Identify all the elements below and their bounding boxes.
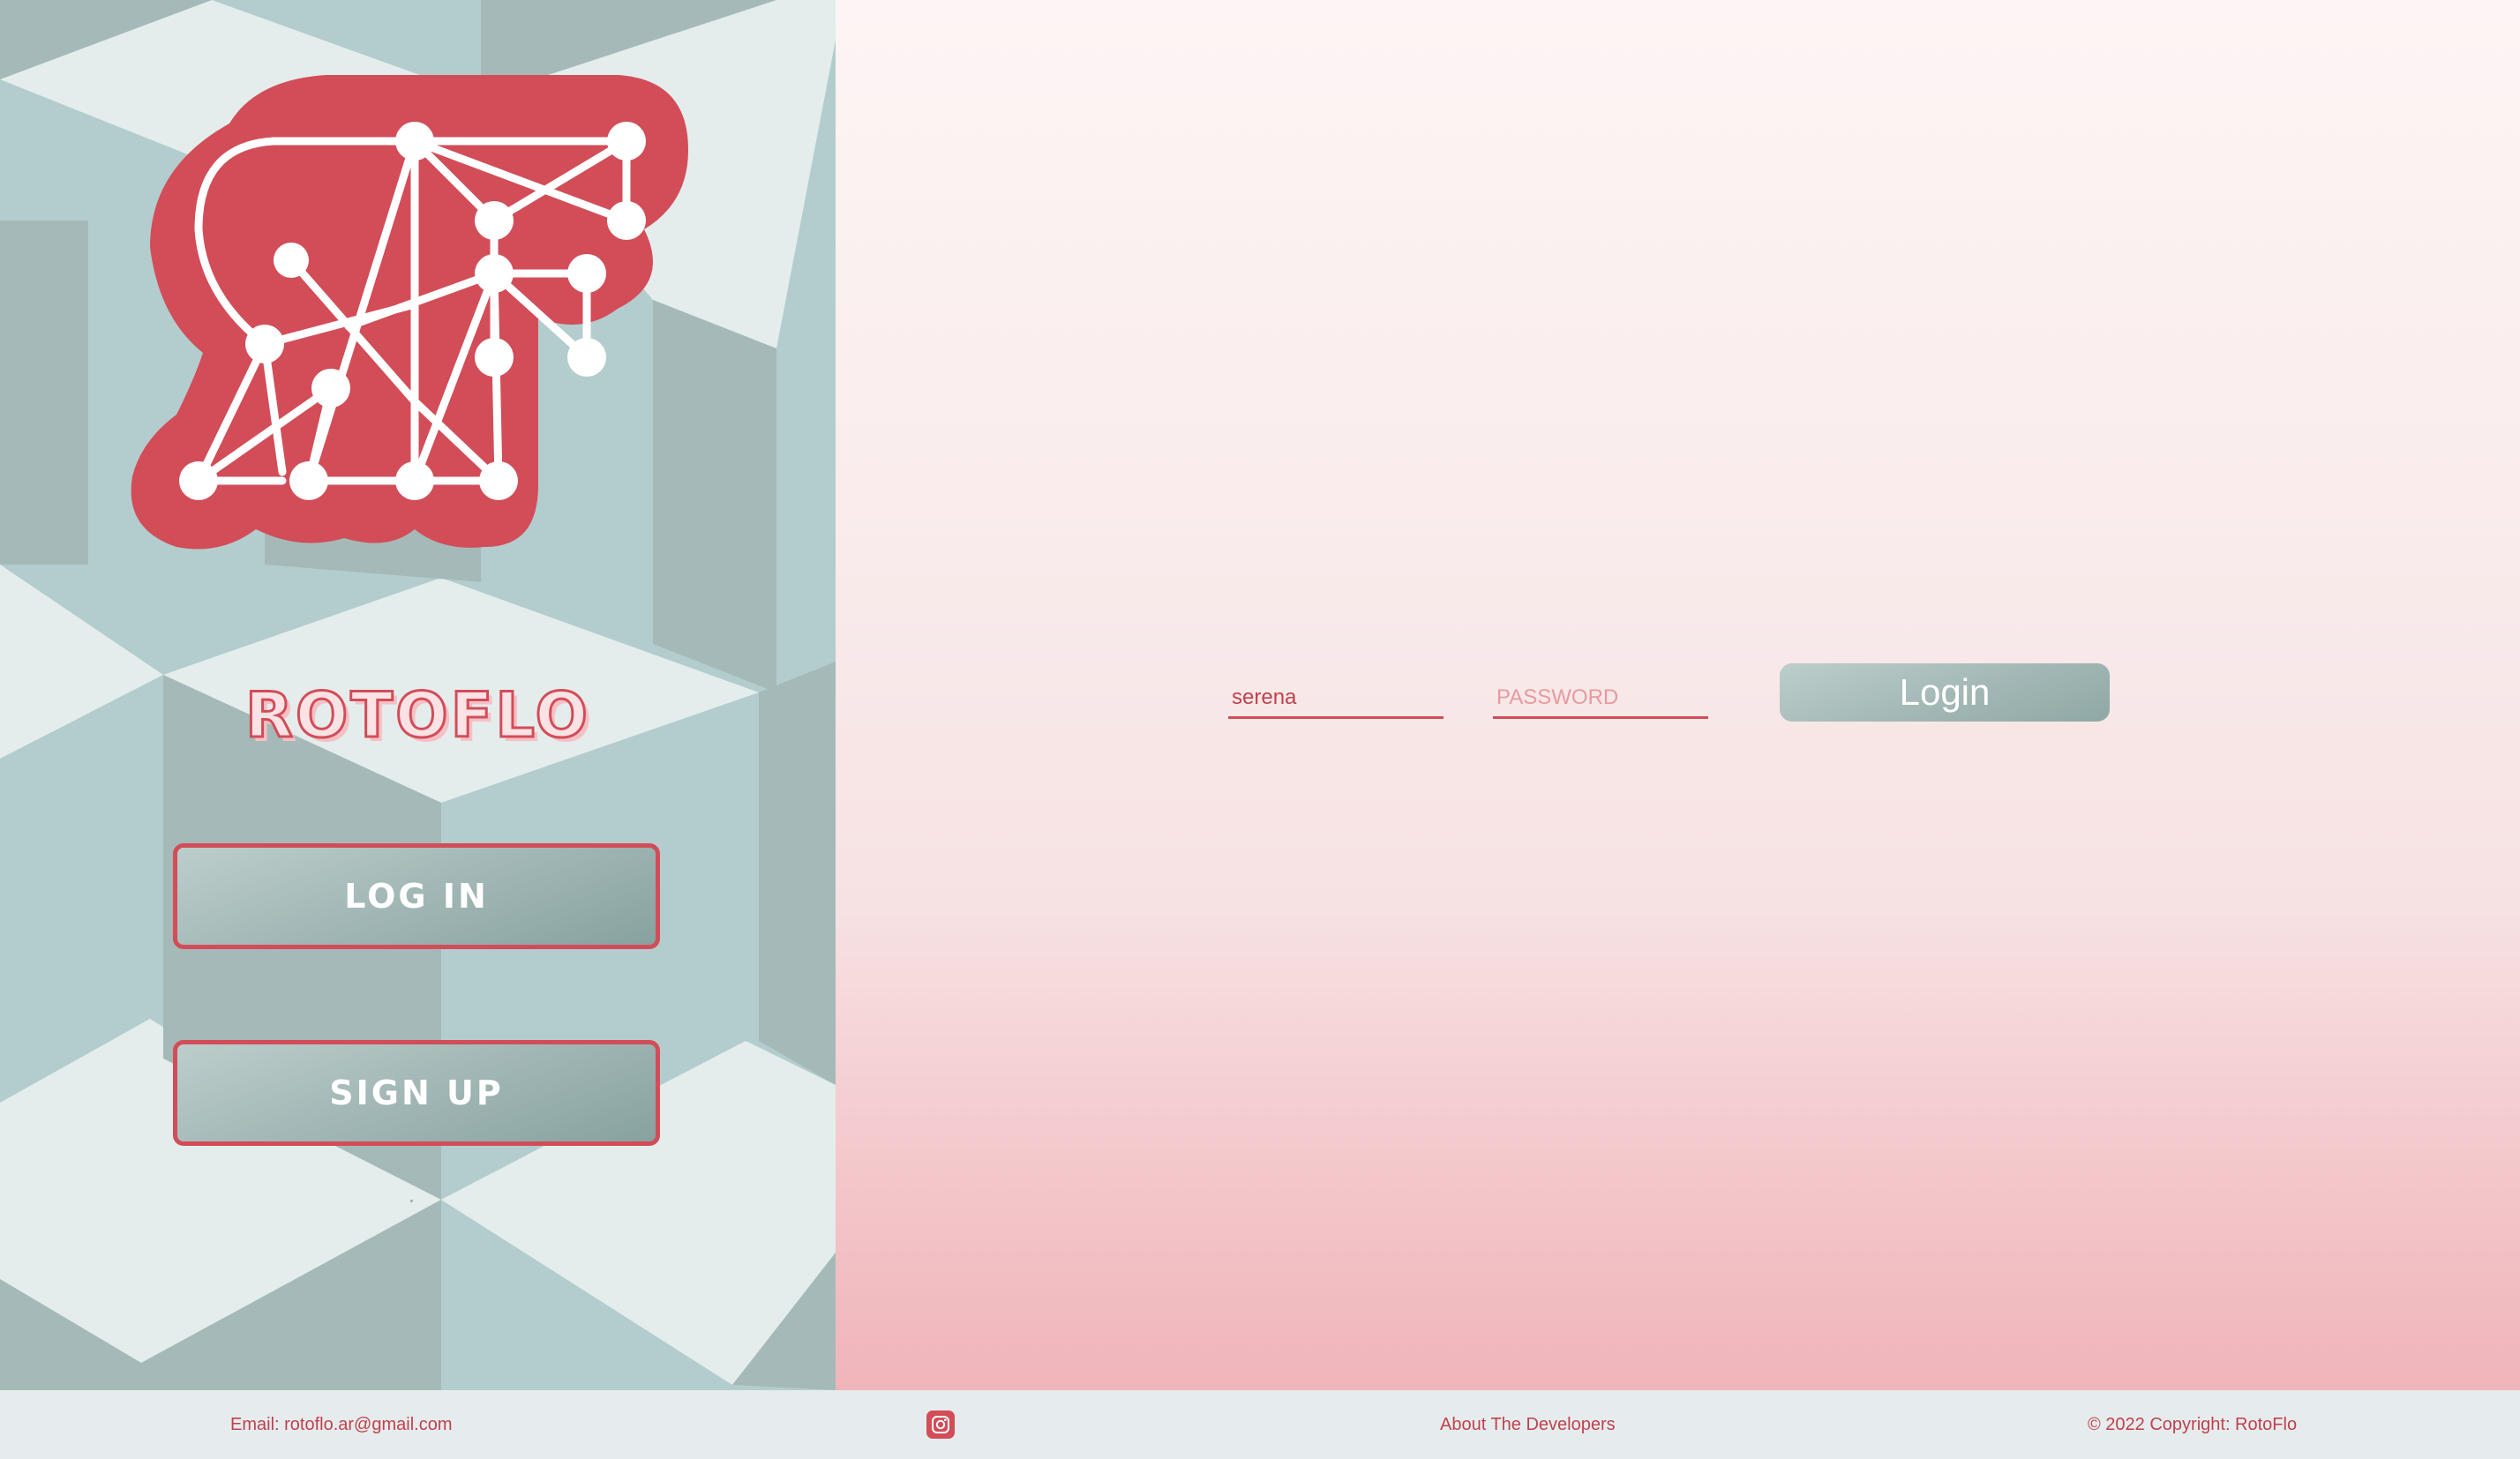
rotoflo-logo (124, 71, 706, 565)
about-developers-link[interactable]: About The Developers (1440, 1390, 1616, 1459)
username-input[interactable] (1228, 679, 1444, 719)
footer: Email: rotoflo.ar@gmail.com About The De… (0, 1390, 2520, 1459)
brand-title: ROTOFLO (244, 678, 591, 753)
instagram-link[interactable] (926, 1390, 956, 1459)
footer-copyright: © 2022 Copyright: RotoFlo (2088, 1414, 2298, 1434)
sidebar-signup-button[interactable]: SIGN UP (173, 1040, 660, 1146)
page: ROTOFLO LOG IN SIGN UP Login Email: roto… (0, 0, 2520, 1459)
password-input[interactable] (1493, 679, 1708, 719)
login-submit-button[interactable]: Login (1780, 663, 2110, 722)
login-panel: Login (836, 0, 2520, 1390)
decorative-dot (410, 1200, 413, 1202)
left-panel: ROTOFLO LOG IN SIGN UP (0, 0, 836, 1390)
footer-email: Email: rotoflo.ar@gmail.com (230, 1414, 453, 1434)
sidebar-login-button[interactable]: LOG IN (173, 843, 660, 949)
instagram-icon[interactable] (926, 1410, 955, 1439)
